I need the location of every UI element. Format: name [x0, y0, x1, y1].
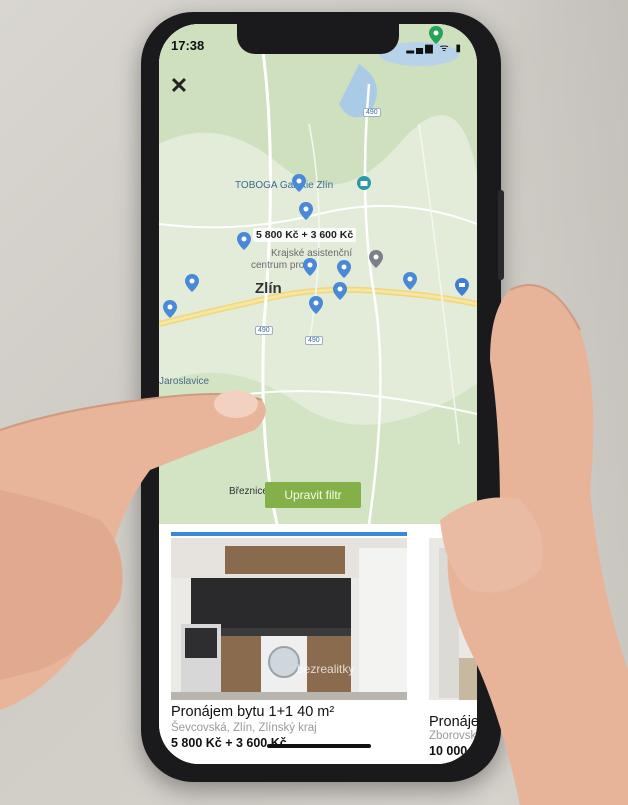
- status-time: 17:38: [171, 38, 205, 53]
- photo-watermark: bezrealitky: [297, 662, 355, 676]
- map-pin-icon[interactable]: [309, 296, 323, 314]
- map-pin-icon[interactable]: [333, 282, 347, 300]
- right-hand: [440, 284, 628, 805]
- map-pin-icon[interactable]: [292, 174, 306, 192]
- place-label-centrum: centrum pro: [251, 260, 305, 271]
- road-number-badge: 490: [305, 336, 323, 345]
- poi-pin-icon: [369, 250, 383, 268]
- phone-side-button: [498, 190, 504, 280]
- map-pin-icon[interactable]: [403, 272, 417, 290]
- road-number-badge: 490: [255, 326, 273, 335]
- status-icons: ▂▄▆ ᯤ ▮: [406, 43, 463, 54]
- map-pin-icon[interactable]: [185, 274, 199, 292]
- city-label-zlin: Zlín: [255, 280, 282, 297]
- left-hand: [0, 390, 266, 710]
- price-tooltip[interactable]: 5 800 Kč + 3 600 Kč: [253, 228, 357, 242]
- road-number-badge: 490: [363, 108, 381, 117]
- camera-poi-icon: [357, 176, 371, 190]
- map-pin-icon[interactable]: [237, 232, 251, 250]
- map-pin-icon[interactable]: [163, 300, 177, 318]
- map-pin-icon[interactable]: [303, 258, 317, 276]
- place-label-toboga: TOBOGA Galaxie Zlín: [235, 180, 334, 191]
- map-pin-icon[interactable]: [299, 202, 313, 220]
- close-button[interactable]: ✕: [167, 74, 191, 98]
- map-pin-icon[interactable]: [337, 260, 351, 278]
- phone-notch: [237, 24, 399, 54]
